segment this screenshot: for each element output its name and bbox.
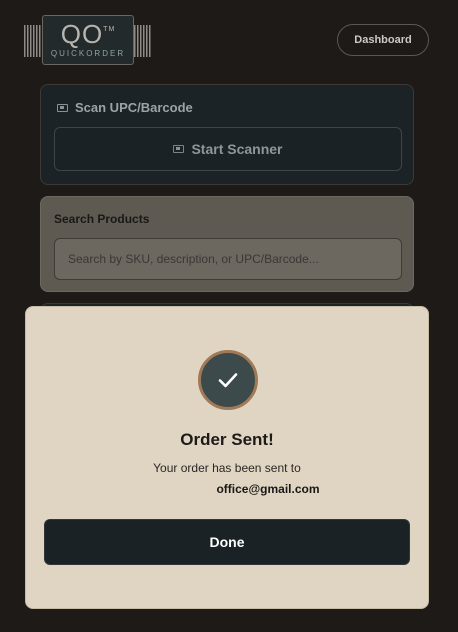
search-card-title: Search Products [54, 212, 150, 226]
logo-subtitle: QUICKORDER [50, 49, 126, 58]
app-screen: QOTM QUICKORDER Dashboard Scan UPC/Barco… [0, 0, 458, 632]
header: QOTM QUICKORDER Dashboard [0, 0, 458, 80]
start-scanner-label: Start Scanner [191, 141, 283, 157]
search-card: Search Products [40, 196, 414, 292]
trademark-text: TM [103, 26, 116, 33]
dialog-message: Your order has been sent to [153, 461, 301, 475]
dialog-title: Order Sent! [180, 430, 274, 449]
search-input[interactable] [54, 238, 402, 280]
scan-card-title-text: Scan UPC/Barcode [75, 100, 193, 115]
camera-icon [57, 103, 68, 112]
dialog-email: office@gmail.com [216, 482, 320, 496]
scan-card: Scan UPC/Barcode Start Scanner [40, 84, 414, 185]
logo[interactable]: QOTM QUICKORDER [24, 15, 152, 65]
logo-mark: QOTM [43, 20, 133, 48]
logo-mark-text: QO [60, 19, 104, 49]
camera-icon [173, 145, 185, 153]
success-badge [198, 350, 258, 410]
start-scanner-button[interactable]: Start Scanner [54, 127, 402, 171]
done-button[interactable]: Done [44, 519, 410, 565]
dashboard-button[interactable]: Dashboard [337, 24, 429, 56]
checkmark-icon [218, 373, 238, 388]
barcode-left-icon [24, 25, 42, 57]
scan-card-title: Scan UPC/Barcode [57, 100, 193, 115]
barcode-right-icon [134, 25, 152, 57]
order-sent-dialog: Order Sent! Your order has been sent to … [25, 306, 429, 609]
logo-box: QOTM QUICKORDER [42, 15, 134, 65]
